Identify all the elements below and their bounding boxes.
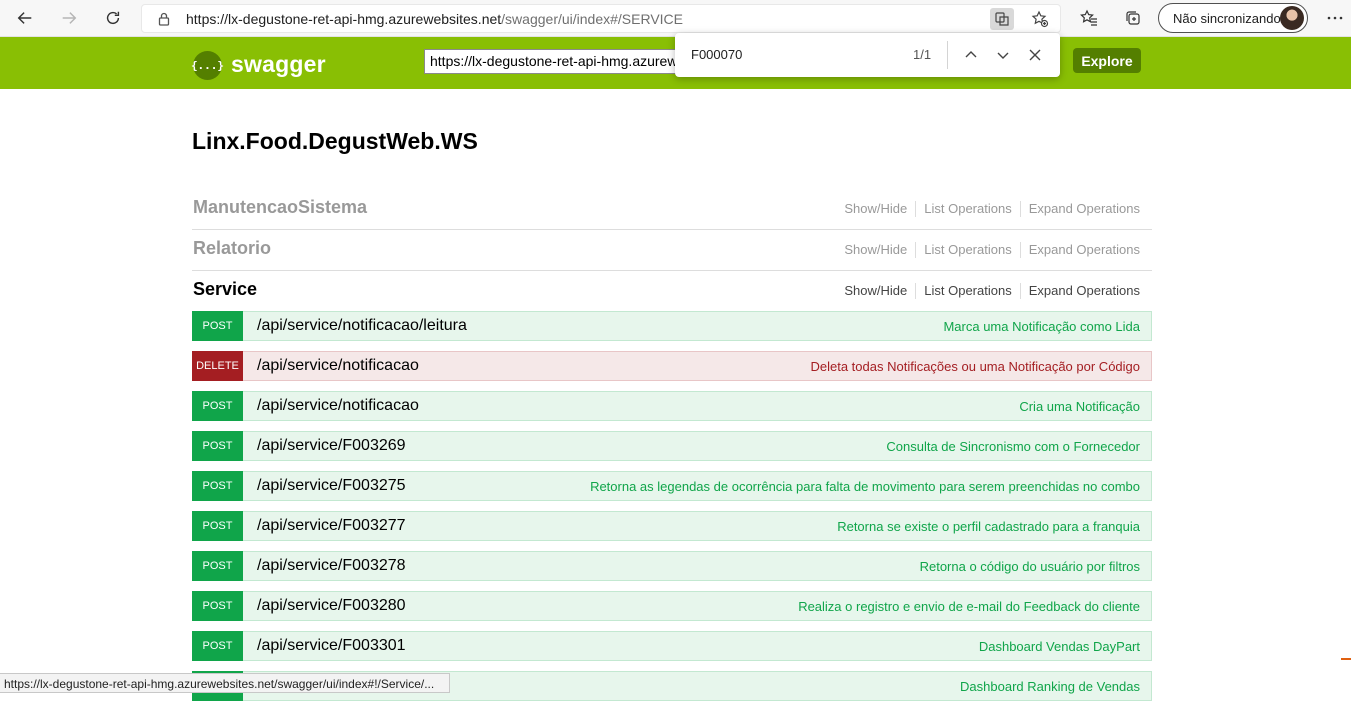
operation-row[interactable]: POST /api/service/notificacao/leitura Ma…: [192, 311, 1152, 341]
list-operations-link[interactable]: List Operations: [916, 242, 1021, 258]
operation-summary[interactable]: Consulta de Sincronismo com o Fornecedor: [886, 439, 1140, 454]
find-count: 1/1: [913, 47, 932, 62]
http-method-badge[interactable]: POST: [192, 311, 243, 341]
back-icon[interactable]: [12, 5, 38, 31]
resource-links: Show/Hide List Operations Expand Operati…: [836, 242, 1140, 258]
profile-button[interactable]: Não sincronizando: [1158, 3, 1308, 33]
expand-operations-link[interactable]: Expand Operations: [1021, 283, 1140, 299]
read-aloud-icon[interactable]: [990, 8, 1014, 30]
find-bar: F000070 1/1: [675, 33, 1060, 77]
operation-row[interactable]: POST /api/service/F003301 Dashboard Vend…: [192, 631, 1152, 661]
operation-path[interactable]: /api/service/F003275: [257, 477, 406, 495]
close-icon[interactable]: [1024, 44, 1046, 66]
swagger-logo-icon[interactable]: {...}: [191, 51, 224, 80]
browser-toolbar: https://lx-degustone-ret-api-hmg.azurewe…: [0, 0, 1351, 37]
add-favorite-icon[interactable]: [1028, 8, 1052, 30]
operation-row[interactable]: POST /api/service/F003278 Retorna o códi…: [192, 551, 1152, 581]
api-title: Linx.Food.DegustWeb.WS: [192, 128, 478, 154]
url-path: /swagger/ui/index#/SERVICE: [501, 11, 684, 27]
scrollbar[interactable]: [1343, 37, 1351, 673]
resource-name[interactable]: Service: [193, 279, 257, 300]
operation-summary[interactable]: Retorna as legendas de ocorrência para f…: [590, 479, 1140, 494]
http-method-badge[interactable]: POST: [192, 591, 243, 621]
operation-summary[interactable]: Deleta todas Notificações ou uma Notific…: [810, 359, 1140, 374]
operation-row[interactable]: POST /api/service/F003280 Realiza o regi…: [192, 591, 1152, 621]
operation-path[interactable]: /api/service/F003278: [257, 557, 406, 575]
show-hide-link[interactable]: Show/Hide: [836, 242, 917, 258]
operation-summary[interactable]: Cria uma Notificação: [1019, 399, 1140, 414]
find-divider: [947, 41, 948, 69]
swagger-logo-text[interactable]: swagger: [231, 51, 326, 78]
resource-relatorio: Relatorio Show/Hide List Operations Expa…: [192, 230, 1152, 271]
url-host: https://lx-degustone-ret-api-hmg.azurewe…: [186, 11, 502, 27]
operation-summary[interactable]: Retorna o código do usuário por filtros: [920, 559, 1140, 574]
operation-row[interactable]: POST /api/service/notificacao Cria uma N…: [192, 391, 1152, 421]
operation-row[interactable]: POST /api/service/F003269 Consulta de Si…: [192, 431, 1152, 461]
url-text[interactable]: https://lx-degustone-ret-api-hmg.azurewe…: [186, 11, 683, 27]
http-method-badge[interactable]: POST: [192, 511, 243, 541]
resource-name[interactable]: ManutencaoSistema: [193, 197, 367, 218]
chevron-up-icon[interactable]: [960, 44, 982, 66]
address-bar[interactable]: https://lx-degustone-ret-api-hmg.azurewe…: [141, 4, 1061, 33]
find-input[interactable]: F000070: [691, 47, 742, 62]
resource-links: Show/Hide List Operations Expand Operati…: [836, 201, 1140, 217]
resource-manutencaosistema: ManutencaoSistema Show/Hide List Operati…: [192, 189, 1152, 230]
operation-path[interactable]: /api/service/notificacao: [257, 397, 419, 415]
expand-operations-link[interactable]: Expand Operations: [1021, 242, 1140, 258]
avatar: [1280, 6, 1304, 30]
resource-service: Service Show/Hide List Operations Expand…: [192, 271, 1152, 312]
http-method-badge[interactable]: POST: [192, 471, 243, 501]
chevron-down-icon[interactable]: [992, 44, 1014, 66]
expand-operations-link[interactable]: Expand Operations: [1021, 201, 1140, 217]
profile-label: Não sincronizando: [1173, 11, 1281, 26]
http-method-badge[interactable]: DELETE: [192, 351, 243, 381]
http-method-badge[interactable]: POST: [192, 431, 243, 461]
show-hide-link[interactable]: Show/Hide: [836, 283, 917, 299]
http-method-badge[interactable]: POST: [192, 551, 243, 581]
http-method-badge[interactable]: POST: [192, 631, 243, 661]
status-bar-link-preview: https://lx-degustone-ret-api-hmg.azurewe…: [0, 673, 450, 693]
operation-path[interactable]: /api/service/F003269: [257, 437, 406, 455]
operation-path[interactable]: /api/service/F003277: [257, 517, 406, 535]
resource-links: Show/Hide List Operations Expand Operati…: [836, 283, 1140, 299]
http-method-badge[interactable]: POST: [192, 391, 243, 421]
operation-path[interactable]: /api/service/F003301: [257, 637, 406, 655]
find-match-marker: [1341, 658, 1351, 660]
forward-icon[interactable]: [56, 5, 82, 31]
resource-name[interactable]: Relatorio: [193, 238, 271, 259]
lock-icon[interactable]: [156, 11, 172, 27]
refresh-icon[interactable]: [100, 5, 126, 31]
list-operations-link[interactable]: List Operations: [916, 283, 1021, 299]
operation-path[interactable]: /api/service/F003280: [257, 597, 406, 615]
operation-summary[interactable]: Realiza o registro e envio de e-mail do …: [798, 599, 1140, 614]
show-hide-link[interactable]: Show/Hide: [836, 201, 917, 217]
list-operations-link[interactable]: List Operations: [916, 201, 1021, 217]
operation-summary[interactable]: Marca uma Notificação como Lida: [943, 319, 1140, 334]
operation-summary[interactable]: Dashboard Ranking de Vendas: [960, 679, 1140, 694]
favorites-icon[interactable]: [1077, 6, 1101, 30]
more-options-icon[interactable]: [1323, 6, 1347, 30]
explore-button[interactable]: Explore: [1073, 48, 1141, 73]
operation-path[interactable]: /api/service/notificacao/leitura: [257, 317, 467, 335]
operation-summary[interactable]: Dashboard Vendas DayPart: [979, 639, 1140, 654]
operation-path[interactable]: /api/service/notificacao: [257, 357, 419, 375]
operation-summary[interactable]: Retorna se existe o perfil cadastrado pa…: [837, 519, 1140, 534]
operation-row[interactable]: POST /api/service/F003277 Retorna se exi…: [192, 511, 1152, 541]
collections-icon[interactable]: [1121, 6, 1145, 30]
operation-row[interactable]: DELETE /api/service/notificacao Deleta t…: [192, 351, 1152, 381]
operation-row[interactable]: POST /api/service/F003275 Retorna as leg…: [192, 471, 1152, 501]
